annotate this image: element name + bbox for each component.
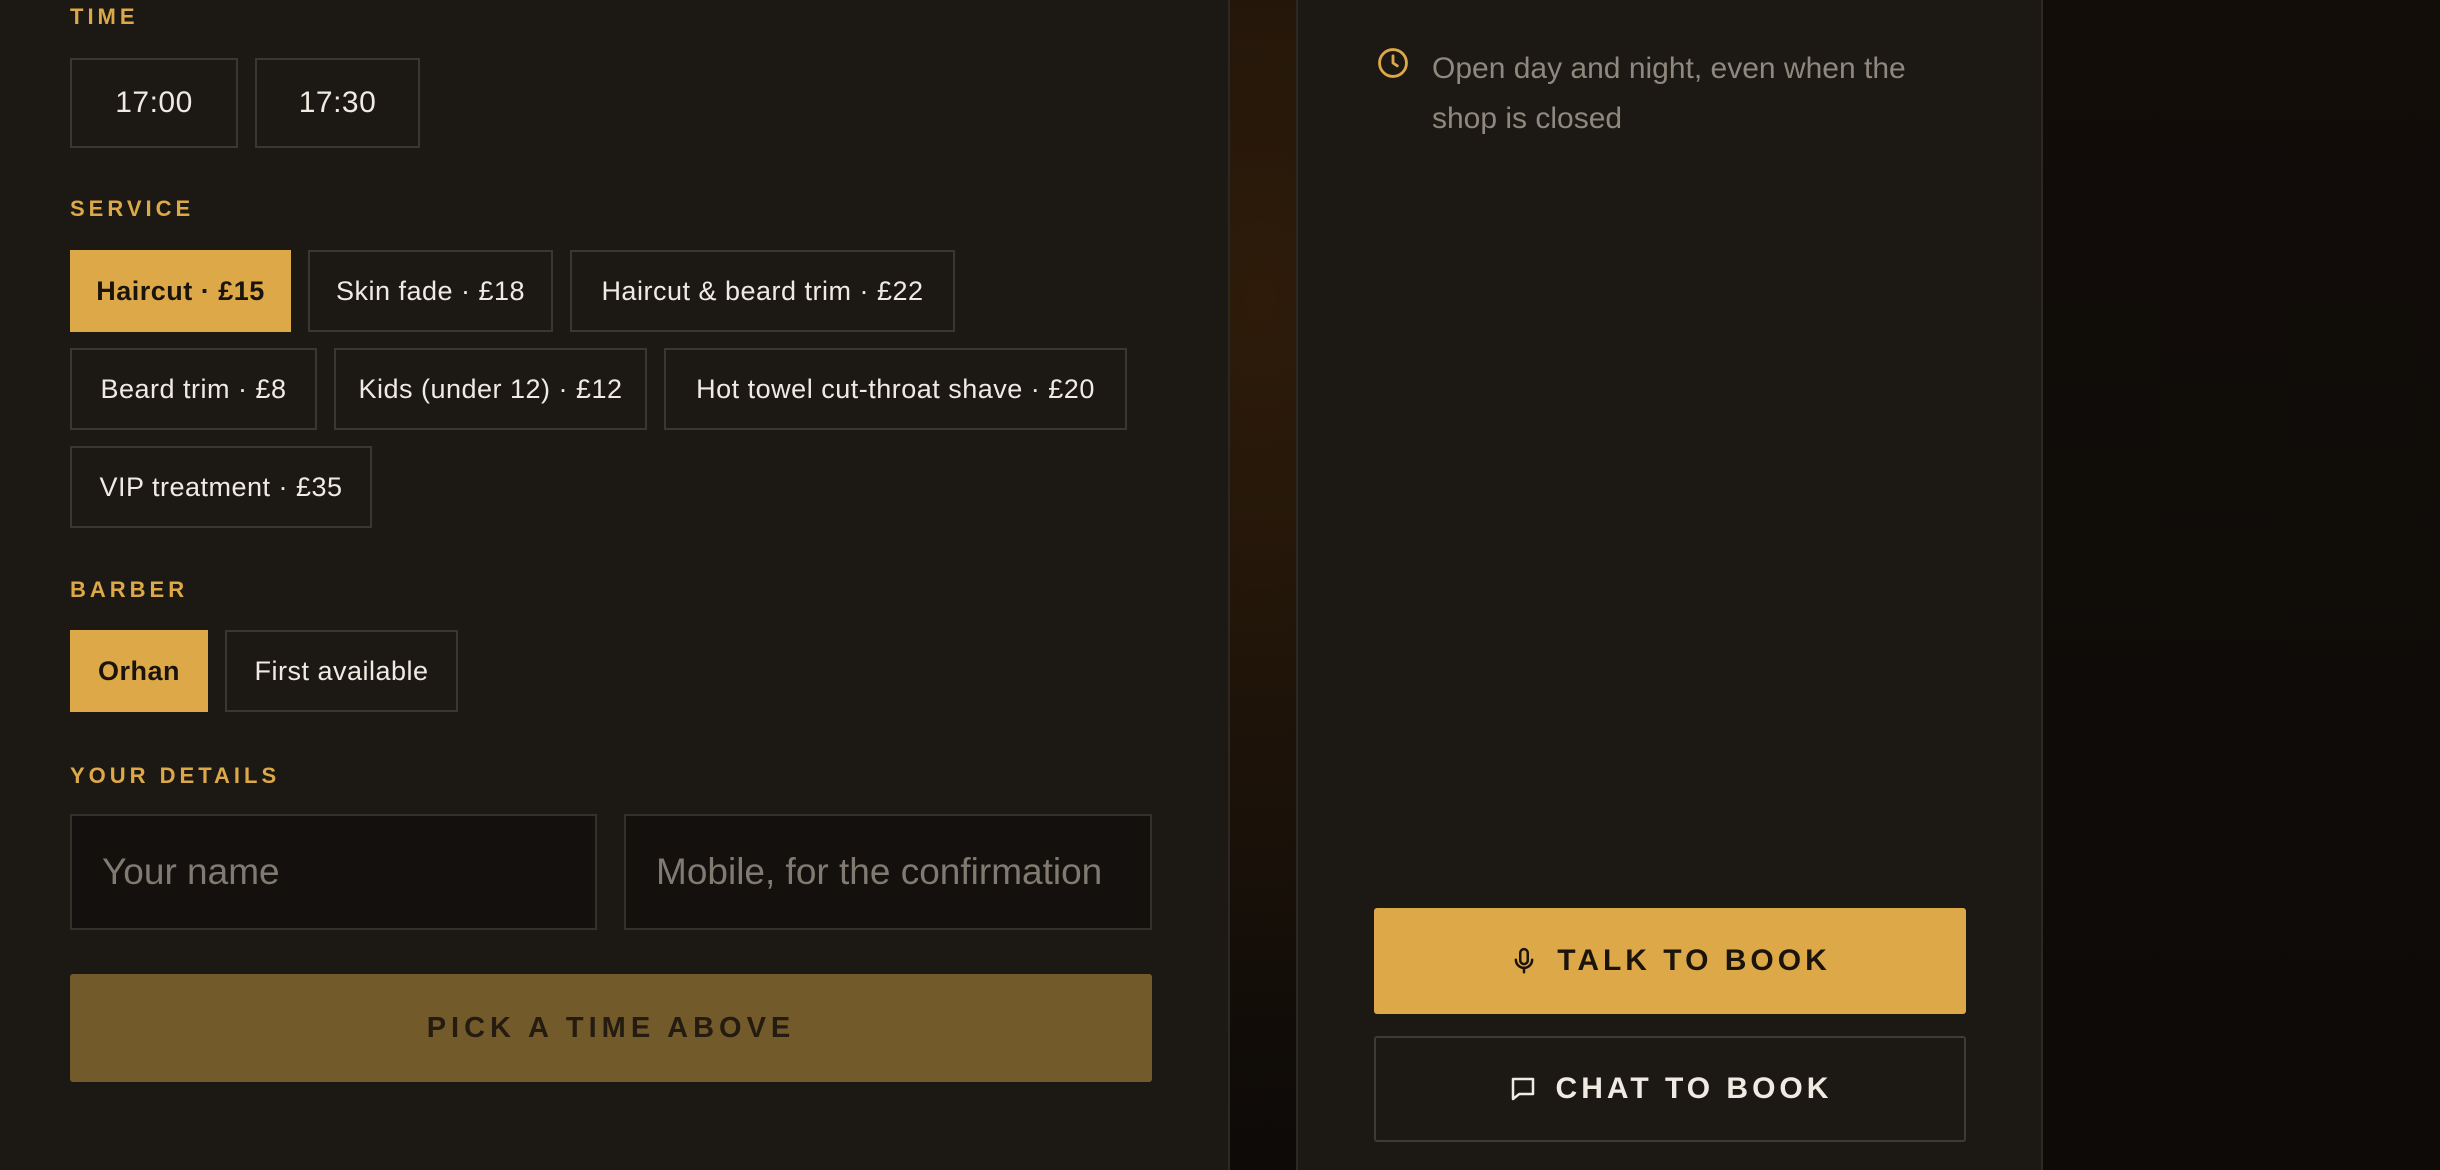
name-input[interactable]: [70, 814, 597, 930]
barber-option-orhan[interactable]: Orhan: [70, 630, 208, 712]
barber-options: Orhan First available: [70, 630, 458, 712]
microphone-icon: [1509, 945, 1539, 977]
time-slot-list: 17:00 17:30: [70, 58, 420, 148]
service-option-vip-treatment[interactable]: VIP treatment · £35: [70, 446, 372, 528]
booking-form-panel: TIME 17:00 17:30 SERVICE Haircut · £15 S…: [0, 0, 1230, 1170]
mobile-input[interactable]: [624, 814, 1152, 930]
chat-to-book-button[interactable]: CHAT TO BOOK: [1374, 1036, 1966, 1142]
service-option-haircut-beard-trim[interactable]: Haircut & beard trim · £22: [570, 250, 955, 332]
barber-section-label: BARBER: [70, 577, 189, 602]
clock-icon: [1376, 46, 1410, 144]
details-section-label: YOUR DETAILS: [70, 763, 281, 788]
service-section-label: SERVICE: [70, 196, 195, 221]
time-section-label: TIME: [70, 4, 139, 29]
service-option-hot-towel-shave[interactable]: Hot towel cut-throat shave · £20: [664, 348, 1127, 430]
talk-to-book-button[interactable]: TALK TO BOOK: [1374, 908, 1966, 1014]
barber-option-first-available[interactable]: First available: [225, 630, 458, 712]
chat-to-book-label: CHAT TO BOOK: [1555, 1072, 1833, 1105]
service-options-row-3: VIP treatment · £35: [70, 446, 372, 528]
talk-to-book-label: TALK TO BOOK: [1557, 944, 1831, 977]
hours-text: Open day and night, even when the shop i…: [1432, 52, 1906, 135]
submit-booking-button[interactable]: PICK A TIME ABOVE: [70, 974, 1152, 1082]
service-option-kids[interactable]: Kids (under 12) · £12: [334, 348, 647, 430]
hours-note: Open day and night, even when the shop i…: [1376, 44, 1972, 144]
service-options-row-2: Beard trim · £8 Kids (under 12) · £12 Ho…: [70, 348, 1127, 430]
service-option-haircut[interactable]: Haircut · £15: [70, 250, 291, 332]
service-option-skin-fade[interactable]: Skin fade · £18: [308, 250, 553, 332]
chat-bubble-icon: [1508, 1074, 1538, 1104]
time-slot-1730[interactable]: 17:30: [255, 58, 420, 148]
time-slot-1700[interactable]: 17:00: [70, 58, 238, 148]
service-option-beard-trim[interactable]: Beard trim · £8: [70, 348, 317, 430]
service-options-row-1: Haircut · £15 Skin fade · £18 Haircut & …: [70, 250, 955, 332]
